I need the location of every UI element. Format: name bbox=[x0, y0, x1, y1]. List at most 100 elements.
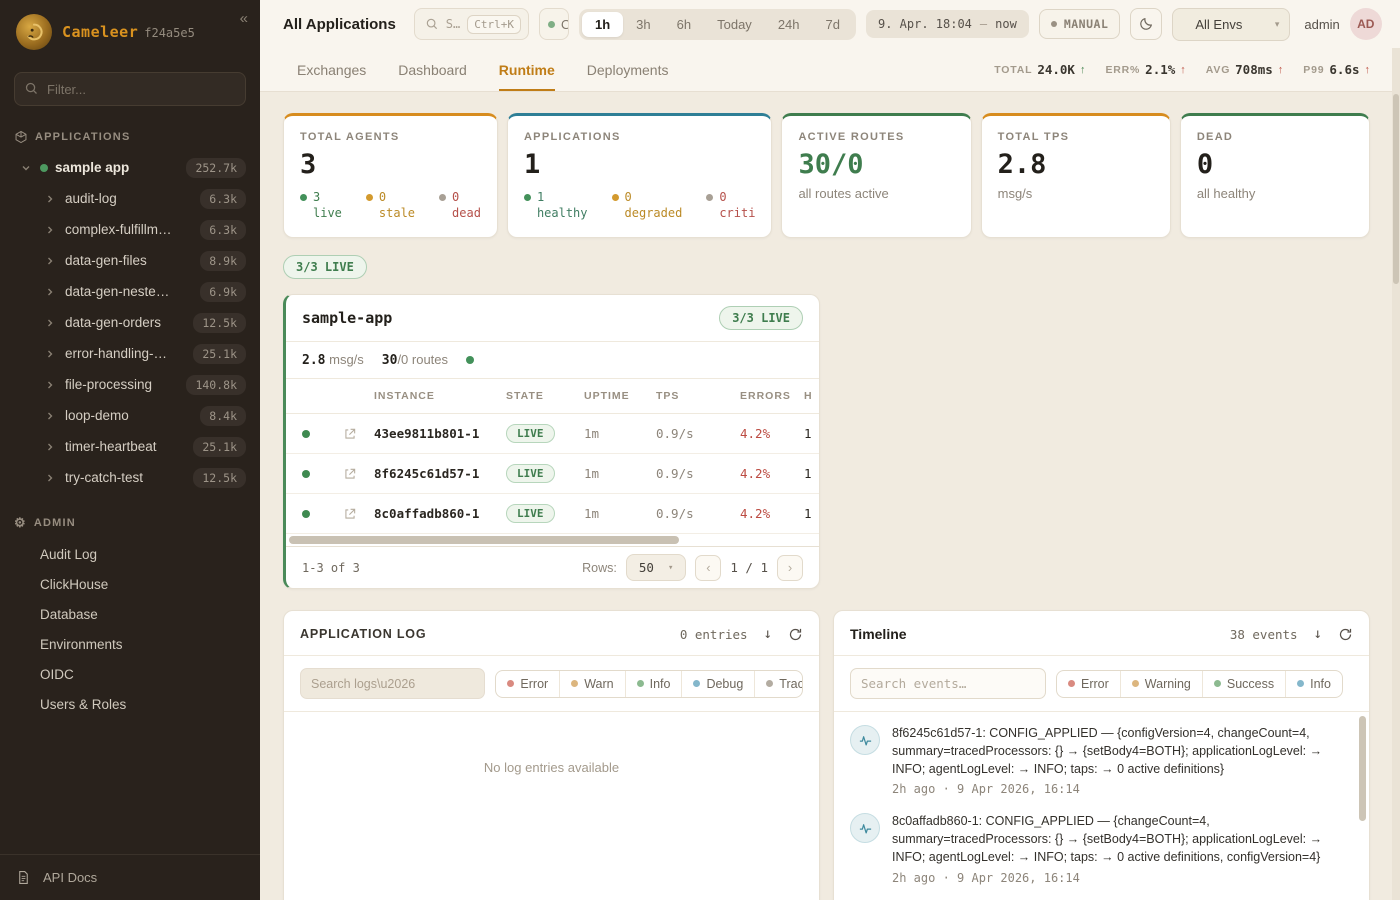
chip-info[interactable]: Info bbox=[625, 671, 682, 697]
time-range-24h[interactable]: 24h bbox=[765, 12, 813, 37]
sidebar-item-data-gen-orders[interactable]: data-gen-orders 12.5k bbox=[0, 307, 260, 338]
chip-warning[interactable]: Warning bbox=[1120, 671, 1202, 697]
time-range-6h[interactable]: 6h bbox=[664, 12, 704, 37]
app-root: Cameleerf24a5e5 « APPLICATIONS sample ap… bbox=[0, 0, 1400, 900]
app-name[interactable]: sample-app bbox=[302, 309, 392, 327]
sidebar-item-clickhouse[interactable]: ClickHouse bbox=[0, 569, 260, 599]
collapse-sidebar-icon[interactable]: « bbox=[240, 10, 248, 27]
tab-exchanges[interactable]: Exchanges bbox=[297, 48, 366, 91]
uptime-value: 1m bbox=[584, 506, 656, 521]
sidebar-item-label: audit-log bbox=[65, 191, 117, 206]
date-range-picker[interactable]: 9. Apr. 18:04 — now bbox=[866, 10, 1029, 38]
chevron-right-icon bbox=[44, 379, 56, 391]
online-indicator[interactable]: O bbox=[539, 8, 569, 40]
sidebar-item-error-handling[interactable]: error-handling-… 25.1k bbox=[0, 338, 260, 369]
time-range-1h[interactable]: 1h bbox=[582, 12, 623, 37]
next-page-button[interactable]: › bbox=[777, 555, 803, 581]
timeline-event[interactable]: 8c0affadb860-1: CONFIG_APPLIED — {change… bbox=[834, 800, 1369, 888]
applications-section-label: APPLICATIONS bbox=[35, 131, 130, 143]
sidebar-item-try-catch-test[interactable]: try-catch-test 12.5k bbox=[0, 462, 260, 493]
admin-item-label: Audit Log bbox=[40, 547, 97, 562]
tabbar: Exchanges Dashboard Runtime Deployments … bbox=[260, 48, 1400, 92]
sidebar-item-audit-log[interactable]: audit-log 6.3k bbox=[0, 183, 260, 214]
chip-warn[interactable]: Warn bbox=[559, 671, 624, 697]
sidebar-item-label: error-handling-… bbox=[65, 346, 167, 361]
sidebar-item-database[interactable]: Database bbox=[0, 599, 260, 629]
external-link-icon[interactable] bbox=[326, 427, 374, 441]
sidebar-item-complex-fulfillment[interactable]: complex-fulfillm… 6.3k bbox=[0, 214, 260, 245]
sidebar-item-users-roles[interactable]: Users & Roles bbox=[0, 689, 260, 719]
sidebar-item-environments[interactable]: Environments bbox=[0, 629, 260, 659]
sidebar-item-file-processing[interactable]: file-processing 140.8k bbox=[0, 369, 260, 400]
external-link-icon[interactable] bbox=[326, 467, 374, 481]
rows-per-page-select[interactable]: 50 ▾ bbox=[626, 554, 686, 581]
instance-id: 8f6245c61d57-1 bbox=[374, 466, 506, 481]
col-state: STATE bbox=[506, 390, 584, 402]
log-search-input[interactable] bbox=[300, 668, 485, 699]
sidebar-item-data-gen-nested[interactable]: data-gen-neste… 6.9k bbox=[0, 276, 260, 307]
sidebar-item-sample-app[interactable]: sample app 252.7k bbox=[0, 152, 260, 183]
card-value: 30/0 bbox=[798, 149, 954, 180]
sidebar-item-timer-heartbeat[interactable]: timer-heartbeat 25.1k bbox=[0, 431, 260, 462]
vertical-scrollbar[interactable] bbox=[1359, 716, 1366, 821]
tab-runtime[interactable]: Runtime bbox=[499, 48, 555, 91]
api-docs-link[interactable]: API Docs bbox=[0, 854, 260, 900]
admin-section-header: ⚙ ADMIN bbox=[0, 505, 260, 539]
card-value: 2.8 bbox=[998, 149, 1154, 180]
table-row[interactable]: 8f6245c61d57-1 LIVE 1m 0.9/s 4.2% 1 bbox=[286, 454, 819, 494]
timeline-event[interactable]: 43ee9811b801-1: CONFIG_APPLIED — {change… bbox=[834, 889, 1369, 900]
admin-item-label: Users & Roles bbox=[40, 697, 126, 712]
external-link-icon[interactable] bbox=[326, 507, 374, 521]
refresh-icon[interactable] bbox=[1338, 627, 1353, 642]
manual-refresh-button[interactable]: MANUAL bbox=[1039, 9, 1121, 39]
chip-error[interactable]: Error bbox=[496, 671, 559, 697]
avatar[interactable]: AD bbox=[1350, 8, 1382, 40]
sidebar-item-data-gen-files[interactable]: data-gen-files 8.9k bbox=[0, 245, 260, 276]
download-icon[interactable]: ↓ bbox=[764, 626, 772, 642]
header-stats: TOTAL 24.0K ↑ ERR% 2.1% ↑ AVG 708ms ↑ P9… bbox=[994, 48, 1370, 91]
count-badge: 25.1k bbox=[193, 344, 246, 364]
sidebar-item-loop-demo[interactable]: loop-demo 8.4k bbox=[0, 400, 260, 431]
chevron-right-icon bbox=[44, 224, 56, 236]
global-search-button[interactable]: S… Ctrl+K bbox=[414, 8, 529, 40]
chip-trace[interactable]: Trace bbox=[754, 671, 803, 697]
sidebar-item-audit-log-admin[interactable]: Audit Log bbox=[0, 539, 260, 569]
dark-mode-toggle[interactable] bbox=[1130, 8, 1162, 40]
events-search-input[interactable] bbox=[850, 668, 1046, 699]
download-icon[interactable]: ↓ bbox=[1314, 626, 1322, 642]
online-dot bbox=[548, 21, 555, 28]
chip-info[interactable]: Info bbox=[1285, 671, 1342, 697]
errors-value: 4.2% bbox=[740, 466, 804, 481]
time-range-7d[interactable]: 7d bbox=[813, 12, 853, 37]
stat-value: 708ms bbox=[1235, 62, 1273, 77]
chip-success[interactable]: Success bbox=[1202, 671, 1285, 697]
events-count: 38 events bbox=[1230, 627, 1298, 642]
horizontal-scrollbar[interactable] bbox=[289, 536, 679, 544]
env-select[interactable]: All Envs ▾ bbox=[1172, 8, 1290, 41]
time-range-today[interactable]: Today bbox=[704, 12, 765, 37]
filter-input[interactable] bbox=[14, 72, 246, 106]
table-row[interactable]: 43ee9811b801-1 LIVE 1m 0.9/s 4.2% 1 bbox=[286, 414, 819, 454]
tab-dashboard[interactable]: Dashboard bbox=[398, 48, 467, 91]
uptime-value: 1m bbox=[584, 466, 656, 481]
search-icon bbox=[24, 81, 39, 101]
count-badge: 6.3k bbox=[200, 220, 246, 240]
time-range-segment: 1h 3h 6h Today 24h 7d bbox=[579, 9, 856, 40]
count-badge: 140.8k bbox=[186, 375, 246, 395]
timeline-event[interactable]: 8f6245c61d57-1: CONFIG_APPLIED — {config… bbox=[834, 712, 1369, 800]
chip-debug[interactable]: Debug bbox=[681, 671, 754, 697]
prev-page-button[interactable]: ‹ bbox=[695, 555, 721, 581]
tab-deployments[interactable]: Deployments bbox=[587, 48, 669, 91]
refresh-icon[interactable] bbox=[788, 627, 803, 642]
table-row[interactable]: 8c0affadb860-1 LIVE 1m 0.9/s 4.2% 1 bbox=[286, 494, 819, 534]
group-live-badge[interactable]: 3/3 LIVE bbox=[283, 255, 367, 279]
time-range-3h[interactable]: 3h bbox=[623, 12, 663, 37]
chip-error[interactable]: Error bbox=[1057, 671, 1120, 697]
success-dot bbox=[1214, 680, 1221, 687]
count-badge: 12.5k bbox=[193, 313, 246, 333]
sidebar-item-oidc[interactable]: OIDC bbox=[0, 659, 260, 689]
chevron-right-icon bbox=[44, 441, 56, 453]
panel-title: APPLICATION LOG bbox=[300, 627, 426, 641]
event-text: 8c0affadb860-1: CONFIG_APPLIED — {change… bbox=[892, 813, 1347, 866]
scrollbar-thumb[interactable] bbox=[1393, 94, 1399, 284]
